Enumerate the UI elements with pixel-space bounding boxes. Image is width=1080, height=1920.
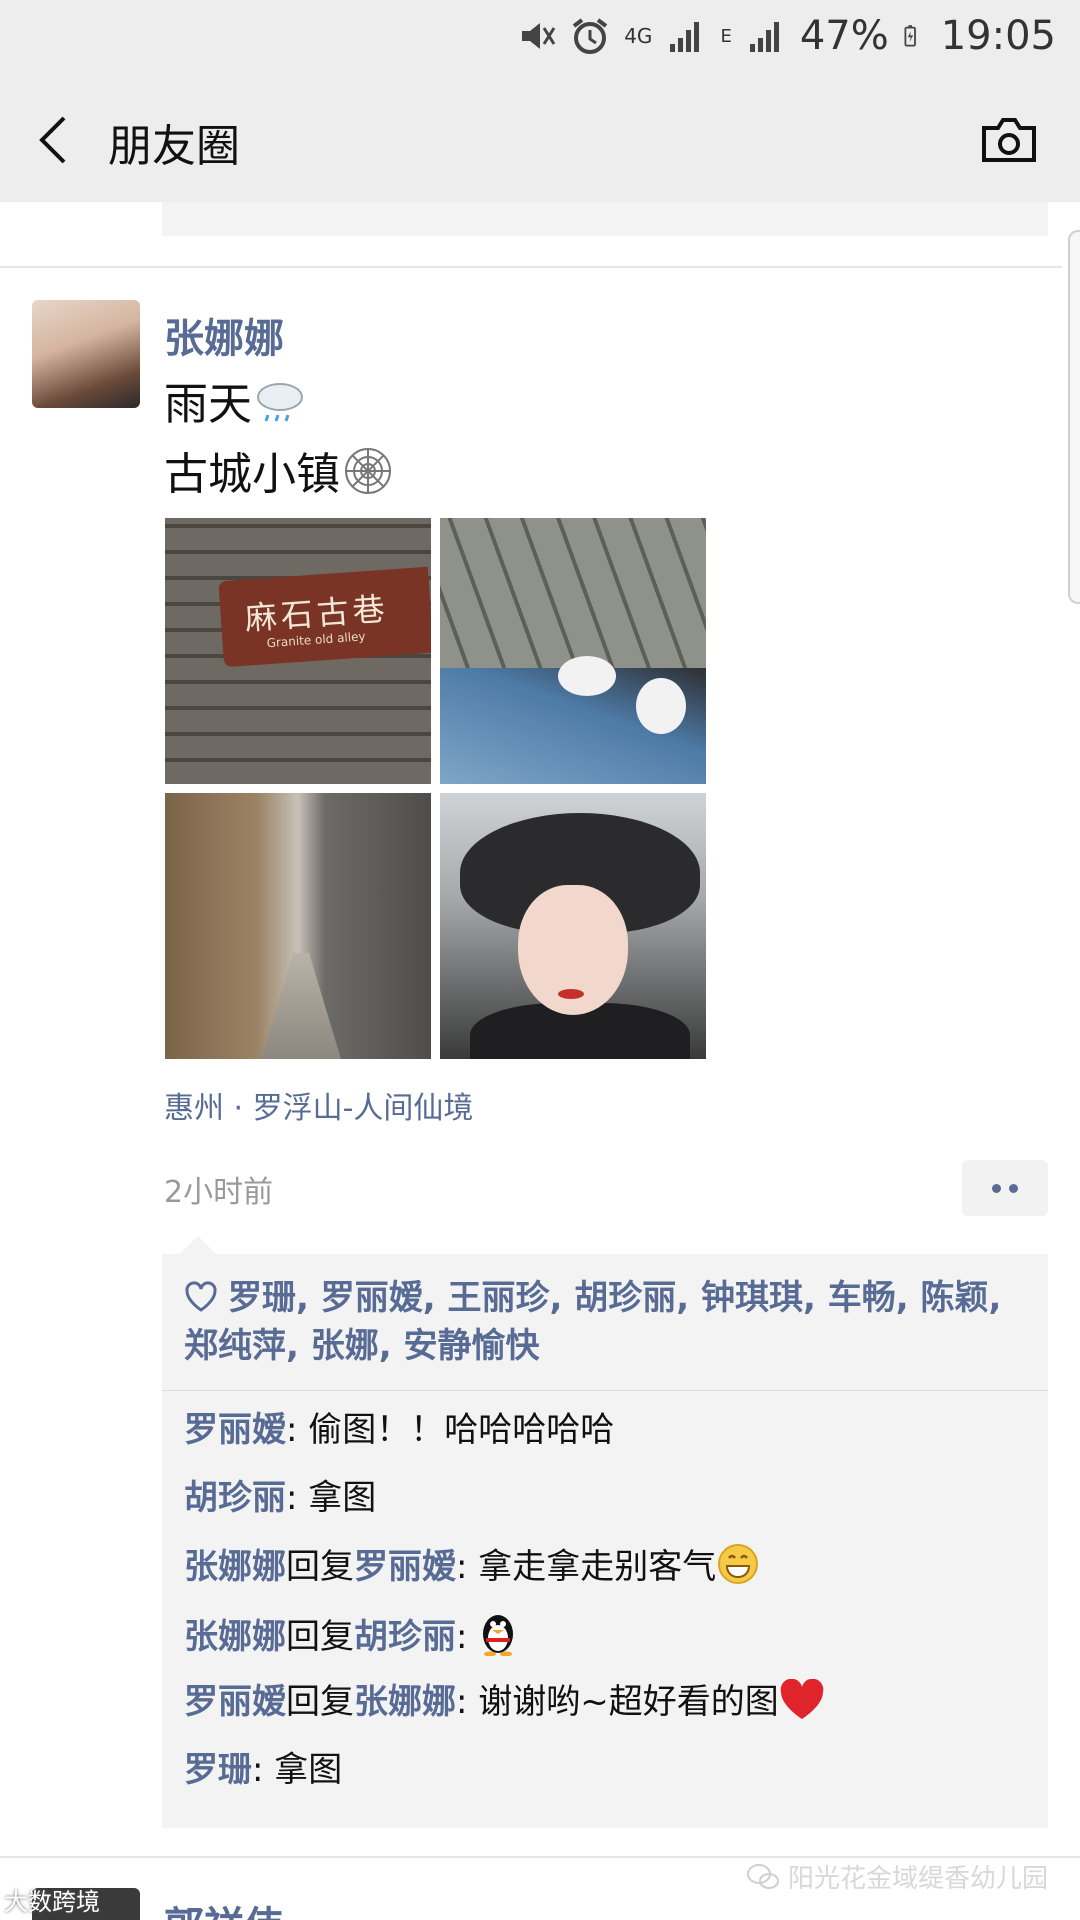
previous-post-comment-area xyxy=(162,202,1048,236)
comment-text: 谢谢哟~超好看的图 xyxy=(478,1682,779,1722)
post-location[interactable]: 惠州 · 罗浮山-人间仙境 xyxy=(164,1083,473,1127)
page-title: 朋友圈 xyxy=(108,121,240,172)
post-divider xyxy=(0,266,1062,268)
penguin-emoji-icon xyxy=(478,1610,518,1669)
street-sign-text: 麻石古巷 xyxy=(243,589,390,638)
more-actions-button[interactable] xyxy=(962,1160,1048,1216)
likes-names[interactable]: 罗珊, 罗丽嫒, 王丽珍, 胡珍丽, 钟琪琪, 车畅, 陈颖, 郑纯萍, 张娜,… xyxy=(184,1278,1001,1366)
camera-icon[interactable] xyxy=(980,116,1038,164)
likes-comments-box: 罗珊, 罗丽嫒, 王丽珍, 胡珍丽, 钟琪琪, 车畅, 陈颖, 郑纯萍, 张娜,… xyxy=(162,1254,1048,1828)
post-timestamp: 2小时前 xyxy=(164,1175,274,1210)
comment-text: 偷图！！哈哈哈哈哈 xyxy=(308,1410,615,1450)
comment-author[interactable]: 张娜娜 xyxy=(184,1547,286,1587)
mute-icon xyxy=(522,23,556,49)
reply-target[interactable]: 罗丽嫒 xyxy=(354,1547,456,1587)
signal-icon-2 xyxy=(749,22,779,52)
reply-word: 回复 xyxy=(286,1682,354,1722)
reply-target[interactable]: 胡珍丽 xyxy=(354,1617,456,1657)
comment-item[interactable]: 胡珍丽: 拿图 xyxy=(184,1474,1034,1542)
street-sign: 麻石古巷 Granite old alley xyxy=(218,566,431,668)
wechat-icon xyxy=(746,1863,779,1889)
reply-word: 回复 xyxy=(286,1617,354,1657)
comment-item[interactable]: 张娜娜回复胡珍丽: xyxy=(184,1610,1034,1678)
comment-item[interactable]: 张娜娜回复罗丽嫒: 拿走拿走别客气 xyxy=(184,1542,1034,1610)
signal-icon xyxy=(670,22,700,52)
clock: 19:05 xyxy=(940,13,1056,59)
red-heart-emoji-icon xyxy=(779,1678,825,1734)
comment-item[interactable]: 罗丽嫒: 偷图！！哈哈哈哈哈 xyxy=(184,1406,1034,1474)
back-arrow-icon[interactable] xyxy=(30,112,80,168)
comment-author[interactable]: 罗珊 xyxy=(184,1750,252,1790)
comment-text: 拿走拿走别客气 xyxy=(478,1547,717,1587)
photo-4[interactable] xyxy=(440,793,706,1059)
next-post-author[interactable]: 郭祥伟 xyxy=(164,1894,284,1920)
scrollbar[interactable] xyxy=(1068,230,1080,604)
comment-item[interactable]: 罗珊: 拿图 xyxy=(184,1746,1034,1814)
photo-1[interactable]: 麻石古巷 Granite old alley xyxy=(165,518,431,784)
watermark-right-text: 阳光花金域缇香幼儿园 xyxy=(787,1864,1048,1894)
likes-separator xyxy=(162,1390,1048,1391)
post-author[interactable]: 张娜娜 xyxy=(164,306,284,364)
likes-list: 罗珊, 罗丽嫒, 王丽珍, 胡珍丽, 钟琪琪, 车畅, 陈颖, 郑纯萍, 张娜,… xyxy=(184,1274,1024,1370)
battery-percent: 47% xyxy=(799,13,889,59)
post-text: 雨天 古城小镇 xyxy=(164,374,396,514)
network-type-2: E xyxy=(720,25,732,47)
comment-author[interactable]: 罗丽嫒 xyxy=(184,1682,286,1722)
comment-author[interactable]: 罗丽嫒 xyxy=(184,1410,286,1450)
photo-3[interactable] xyxy=(165,793,431,1059)
comments-list: 罗丽嫒: 偷图！！哈哈哈哈哈 胡珍丽: 拿图 张娜娜回复罗丽嫒: 拿走拿走别客气… xyxy=(184,1406,1034,1814)
status-bar: 4G E 47% 19:05 xyxy=(0,0,1080,72)
spider-web-icon xyxy=(340,445,396,514)
comment-author[interactable]: 胡珍丽 xyxy=(184,1478,286,1518)
alarm-icon xyxy=(573,18,608,54)
reply-target[interactable]: 张娜娜 xyxy=(354,1682,456,1722)
photo-grid: 麻石古巷 Granite old alley xyxy=(165,518,707,1059)
watermark-left: 大数跨境 xyxy=(4,1888,100,1916)
avatar[interactable] xyxy=(32,300,140,408)
comment-author[interactable]: 张娜娜 xyxy=(184,1617,286,1657)
dot-icon xyxy=(1009,1183,1018,1193)
dot-icon xyxy=(992,1183,1001,1193)
comment-text: 拿图 xyxy=(308,1478,377,1518)
heart-icon xyxy=(185,1281,217,1312)
watermark-right: 阳光花金域缇香幼儿园 xyxy=(746,1858,1048,1895)
nav-bar: 朋友圈 xyxy=(0,72,1080,202)
photo-2[interactable] xyxy=(440,518,706,784)
comment-box-arrow xyxy=(180,1236,216,1254)
grinning-emoji-icon xyxy=(716,1542,760,1599)
post-text-line-2: 古城小镇 xyxy=(164,449,340,500)
reply-word: 回复 xyxy=(286,1547,354,1587)
network-type: 4G xyxy=(624,24,653,48)
battery-charging-icon xyxy=(904,25,916,47)
comment-text: 拿图 xyxy=(274,1750,343,1790)
comment-item[interactable]: 罗丽嫒回复张娜娜: 谢谢哟~超好看的图 xyxy=(184,1678,1034,1746)
rain-cloud-icon xyxy=(252,377,308,444)
post-text-line-1: 雨天 xyxy=(164,379,252,430)
